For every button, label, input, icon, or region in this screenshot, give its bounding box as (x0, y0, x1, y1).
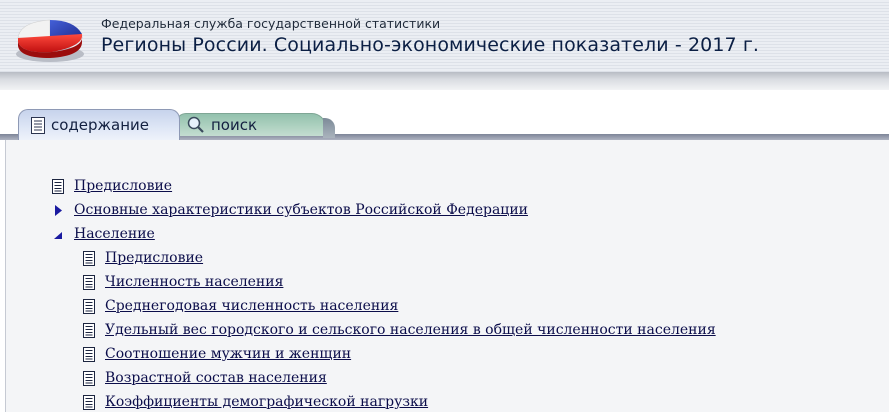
toc-item-link[interactable]: Соотношение мужчин и женщин (105, 346, 351, 362)
toc-item[interactable]: Коэффициенты демографической нагрузки (83, 392, 428, 412)
tab-contents-label: содержание (51, 116, 150, 134)
header-divider (0, 72, 889, 90)
toc-item[interactable]: Удельный вес городского и сельского насе… (83, 320, 716, 340)
document-icon (83, 322, 95, 338)
toc-item-link[interactable]: Возрастной состав населения (105, 370, 327, 386)
toc-item[interactable]: Возрастной состав населения (83, 368, 327, 388)
tab-contents[interactable]: содержание (18, 109, 180, 140)
document-icon (83, 394, 95, 410)
toc-item-link[interactable]: Среднегодовая численность населения (105, 298, 398, 314)
page-title: Регионы России. Социально-экономические … (101, 34, 760, 56)
toc-item-link[interactable]: Численность населения (105, 274, 283, 290)
toc-item-link[interactable]: Население (74, 226, 155, 242)
toc-item-link[interactable]: Основные характеристики субъектов Россий… (74, 202, 528, 218)
toc-item[interactable]: Население (52, 224, 155, 244)
toc-item[interactable]: Численность населения (83, 272, 283, 292)
tab-search-label: поиск (211, 116, 258, 134)
magnifier-icon (187, 116, 204, 133)
document-icon (83, 298, 95, 314)
agency-name: Федеральная служба государственной стати… (101, 16, 441, 31)
toc-item-link[interactable]: Предисловие (105, 250, 203, 266)
triangle-collapsed-icon[interactable] (52, 203, 64, 218)
toc-item[interactable]: Среднегодовая численность населения (83, 296, 398, 316)
rosstat-logo-icon (16, 19, 84, 62)
toc-item[interactable]: Предисловие (52, 176, 172, 196)
header-bar: Федеральная служба государственной стати… (0, 0, 889, 77)
toc-item-link[interactable]: Удельный вес городского и сельского насе… (105, 322, 716, 338)
document-icon (83, 346, 95, 362)
document-icon (31, 116, 45, 134)
tab-search[interactable]: поиск (176, 113, 335, 138)
triangle-expanded-icon[interactable] (52, 227, 64, 242)
toc-item-link[interactable]: Коэффициенты демографической нагрузки (105, 394, 428, 410)
document-icon (83, 370, 95, 386)
document-icon (52, 178, 64, 194)
toc-item-link[interactable]: Предисловие (74, 178, 172, 194)
toc-item[interactable]: Предисловие (83, 248, 203, 268)
document-icon (83, 274, 95, 290)
toc-item[interactable]: Основные характеристики субъектов Россий… (52, 200, 528, 220)
toc-item[interactable]: Соотношение мужчин и женщин (83, 344, 351, 364)
document-icon (83, 250, 95, 266)
